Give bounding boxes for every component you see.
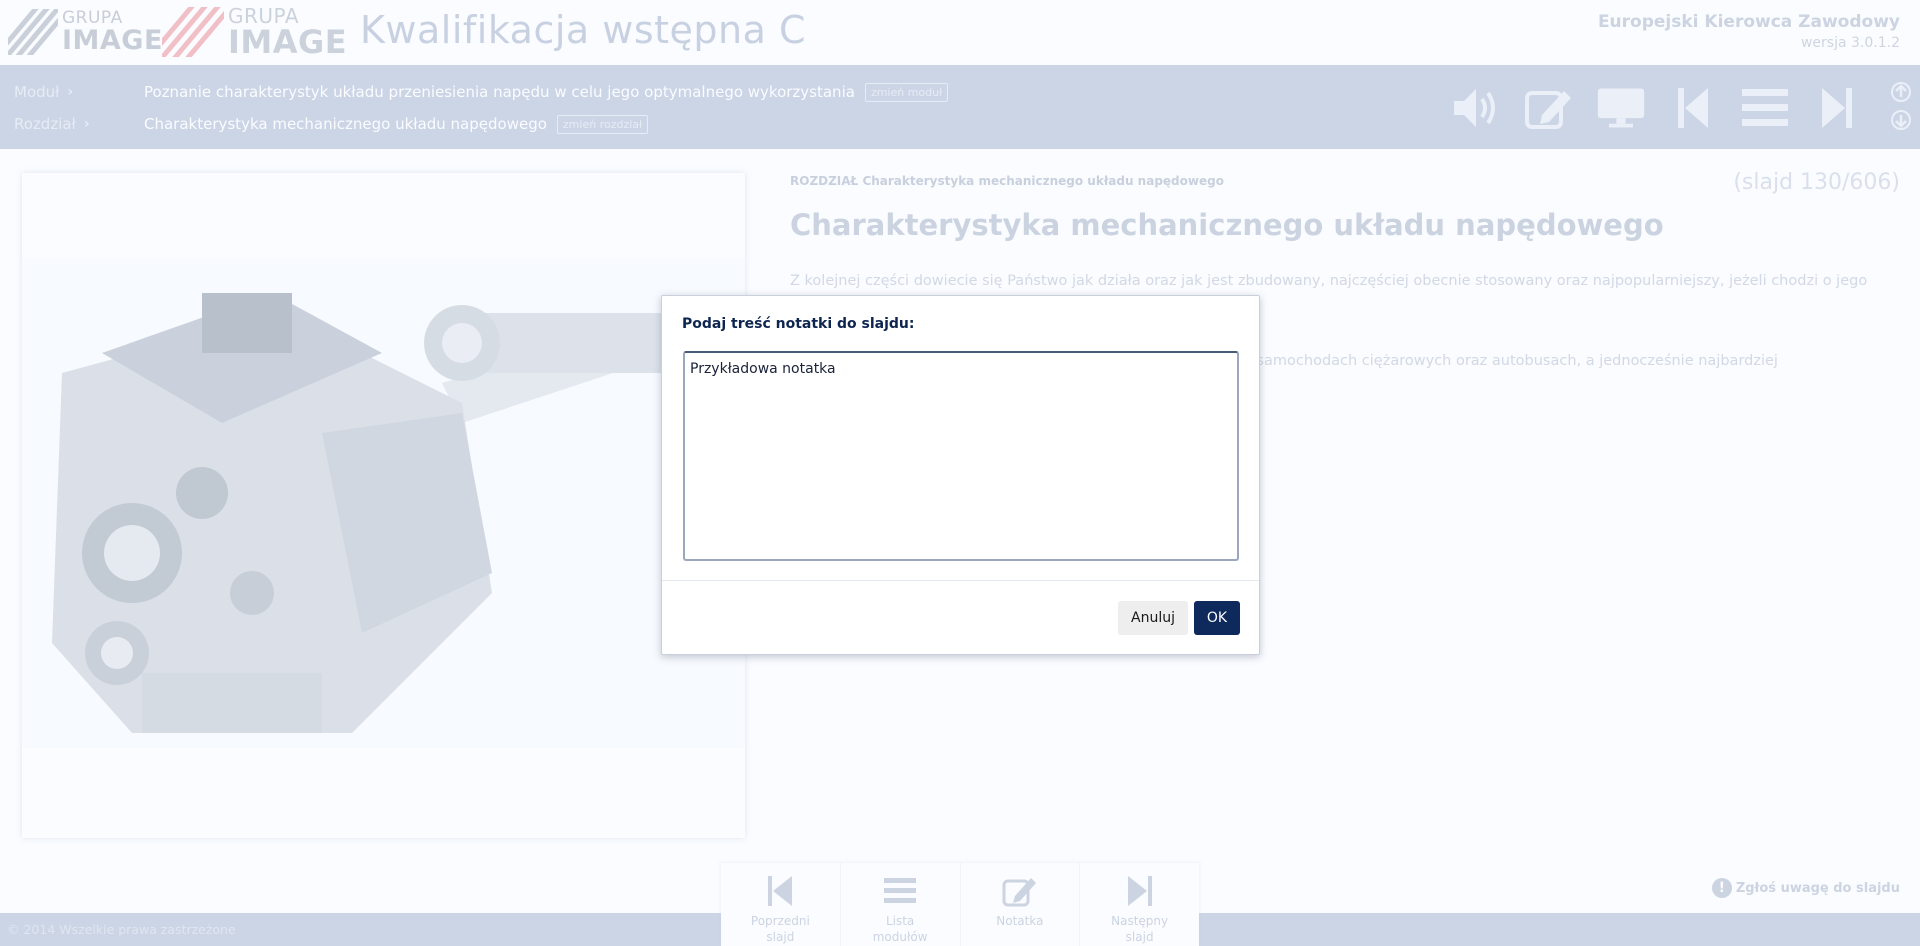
ok-button[interactable]: OK [1194,601,1240,635]
note-textarea[interactable]: Przykładowa notatka [683,351,1239,561]
cancel-button[interactable]: Anuluj [1118,601,1188,635]
note-dialog-label: Podaj treść notatki do slajdu: [682,316,915,332]
note-dialog: Podaj treść notatki do slajdu: Przykłado… [661,295,1260,655]
dialog-divider [662,580,1259,581]
